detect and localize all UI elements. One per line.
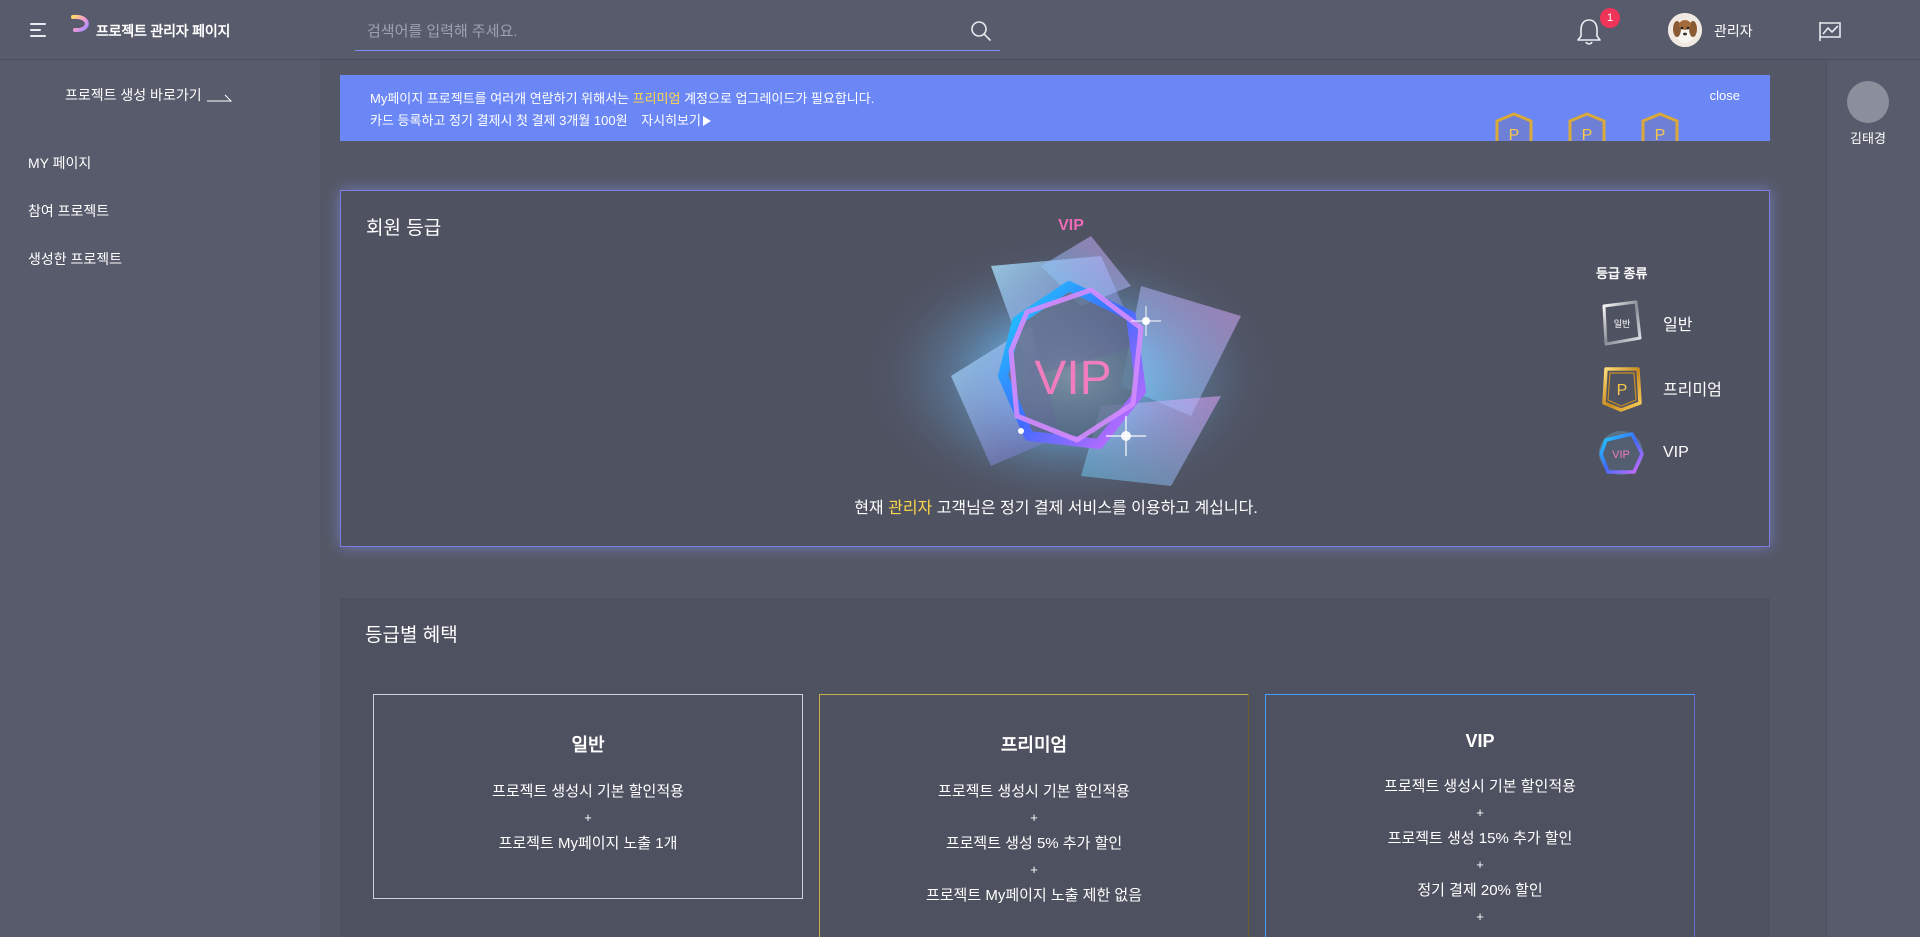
legend-label-normal: 일반 <box>1663 316 1693 334</box>
benefits-title: 등급별 혜택 <box>365 625 458 646</box>
legend-label-premium: 프리미엄 <box>1663 381 1722 399</box>
svg-text:VIP: VIP <box>1612 449 1630 461</box>
banner-message: My페이지 프로젝트를 여러개 연람하기 위해서는 프리미엄 계정으로 업그레이… <box>370 88 874 107</box>
arrow-right-icon <box>207 94 233 102</box>
left-sidebar: 프로젝트 생성 바로가기 MY 페이지 참여 프로젝트 생성한 프로젝트 <box>0 60 320 937</box>
benefit-card-premium: 프리미엄 프로젝트 생성시 기본 할인적용 + 프로젝트 생성 5% 추가 할인… <box>819 694 1249 937</box>
status-user-name: 관리자 <box>888 500 933 517</box>
member-name[interactable]: 김태경 <box>1827 128 1909 147</box>
status-prefix: 현재 <box>854 500 889 517</box>
chart-flag-icon[interactable] <box>1818 20 1842 42</box>
svg-text:P: P <box>1617 382 1628 399</box>
premium-badge-icon: P <box>1641 112 1679 141</box>
grade-legend: 등급 종류 일반 일반 P 프리미엄 VIP VIP <box>1596 263 1722 485</box>
brand-title: 프로젝트 관리자 페이지 <box>96 23 231 39</box>
svg-text:P: P <box>1509 127 1520 141</box>
banner-text-prefix: My페이지 프로젝트를 여러개 연람하기 위해서는 <box>370 91 633 106</box>
benefit-card-vip: VIP 프로젝트 생성시 기본 할인적용 + 프로젝트 생성 15% 추가 할인… <box>1265 694 1695 937</box>
create-project-shortcut[interactable]: 프로젝트 생성 바로가기 <box>65 85 233 105</box>
grade-status-message: 현재 관리자 고객님은 정기 결제 서비스를 이용하고 계십니다. <box>341 494 1771 518</box>
upgrade-banner: My페이지 프로젝트를 여러개 연람하기 위해서는 프리미엄 계정으로 업그레이… <box>340 75 1770 141</box>
p-logo-icon[interactable] <box>70 13 92 45</box>
svg-text:VIP: VIP <box>1034 352 1111 405</box>
search-bar <box>355 12 1000 51</box>
premium-badge-icon: P <box>1602 366 1642 412</box>
benefit-line: 프로젝트 My페이지 노출 1개 <box>498 835 678 852</box>
right-sidebar: 김태경 <box>1826 60 1920 937</box>
benefit-plus: + <box>1476 909 1484 924</box>
sidebar-item-my-page[interactable]: MY 페이지 <box>28 153 91 173</box>
svg-text:P: P <box>1655 127 1666 141</box>
premium-badge-icon: P <box>1568 112 1606 141</box>
normal-badge-icon: 일반 <box>1602 300 1642 345</box>
benefit-plus: + <box>1030 810 1038 825</box>
notification-badge: 1 <box>1600 8 1620 28</box>
tier-name: 일반 <box>571 735 605 755</box>
search-icon[interactable] <box>970 20 992 42</box>
tier-name: VIP <box>1465 731 1495 751</box>
banner-text-suffix: 계정으로 업그레이드가 필요합니다. <box>680 91 875 106</box>
search-input[interactable] <box>355 12 955 50</box>
member-avatar[interactable] <box>1847 81 1889 123</box>
benefit-line: 프로젝트 생성 15% 추가 할인 <box>1387 830 1573 847</box>
legend-item-normal: 일반 일반 <box>1596 290 1722 355</box>
top-header: 프로젝트 관리자 페이지 1 관리자 <box>0 0 1920 60</box>
grade-title: 회원 등급 <box>366 218 442 239</box>
status-suffix: 고객님은 정기 결제 서비스를 이용하고 계십니다. <box>932 500 1258 517</box>
vip-badge-icon: VIP <box>1599 430 1644 475</box>
grade-benefits-section: 등급별 혜택 일반 프로젝트 생성시 기본 할인적용 + 프로젝트 My페이지 … <box>340 598 1770 937</box>
vip-crystal-emblem: VIP <box>861 236 1281 516</box>
benefit-plus: + <box>584 810 592 825</box>
benefit-plus: + <box>1476 805 1484 820</box>
header-user-name[interactable]: 관리자 <box>1714 21 1753 41</box>
legend-label-vip: VIP <box>1663 443 1689 461</box>
legend-item-premium: P 프리미엄 <box>1596 355 1722 420</box>
benefit-line: 프로젝트 생성시 기본 할인적용 <box>1384 778 1576 795</box>
sidebar-item-joined-projects[interactable]: 참여 프로젝트 <box>28 201 109 221</box>
benefit-line: 프로젝트 생성시 기본 할인적용 <box>492 783 684 800</box>
benefit-card-normal: 일반 프로젝트 생성시 기본 할인적용 + 프로젝트 My페이지 노출 1개 <box>373 694 803 899</box>
premium-badge-icon: P <box>1495 112 1533 141</box>
banner-more-link[interactable]: 자시히보기 <box>641 113 711 128</box>
svg-text:P: P <box>1582 127 1593 141</box>
banner-offer: 카드 등록하고 정기 결제시 첫 결제 3개월 100원 자시히보기 <box>370 110 711 129</box>
dog-avatar-icon <box>1668 13 1702 47</box>
banner-close-button[interactable]: close <box>1710 88 1740 103</box>
svg-text:일반: 일반 <box>1614 319 1631 329</box>
banner-premium-highlight: 프리미엄 <box>632 91 681 106</box>
benefit-line: 프로젝트 My페이지 노출 제한 없음 <box>925 887 1143 904</box>
user-avatar[interactable] <box>1668 13 1702 47</box>
legend-item-vip: VIP VIP <box>1596 420 1722 485</box>
more-link-label: 자시히보기 <box>641 113 701 128</box>
create-shortcut-label: 프로젝트 생성 바로가기 <box>65 87 202 103</box>
play-arrow-icon <box>702 116 711 126</box>
tier-name: 프리미엄 <box>1000 735 1068 755</box>
benefit-plus: + <box>1030 862 1038 877</box>
benefit-line: 정기 결제 20% 할인 <box>1417 882 1543 899</box>
bell-icon[interactable] <box>1576 17 1602 45</box>
legend-title: 등급 종류 <box>1596 266 1648 281</box>
banner-offer-text: 카드 등록하고 정기 결제시 첫 결제 3개월 100원 <box>370 113 628 128</box>
benefit-line: 프로젝트 생성 5% 추가 할인 <box>945 835 1123 852</box>
benefit-line: 프로젝트 생성시 기본 할인적용 <box>938 783 1130 800</box>
sidebar-item-created-projects[interactable]: 생성한 프로젝트 <box>28 249 122 269</box>
benefit-plus: + <box>1476 857 1484 872</box>
hamburger-menu-icon[interactable] <box>30 22 48 38</box>
member-grade-card: 회원 등급 VIP VIP 현재 관리자 고객님은 정기 결제 서비스를 이용하… <box>340 190 1770 547</box>
